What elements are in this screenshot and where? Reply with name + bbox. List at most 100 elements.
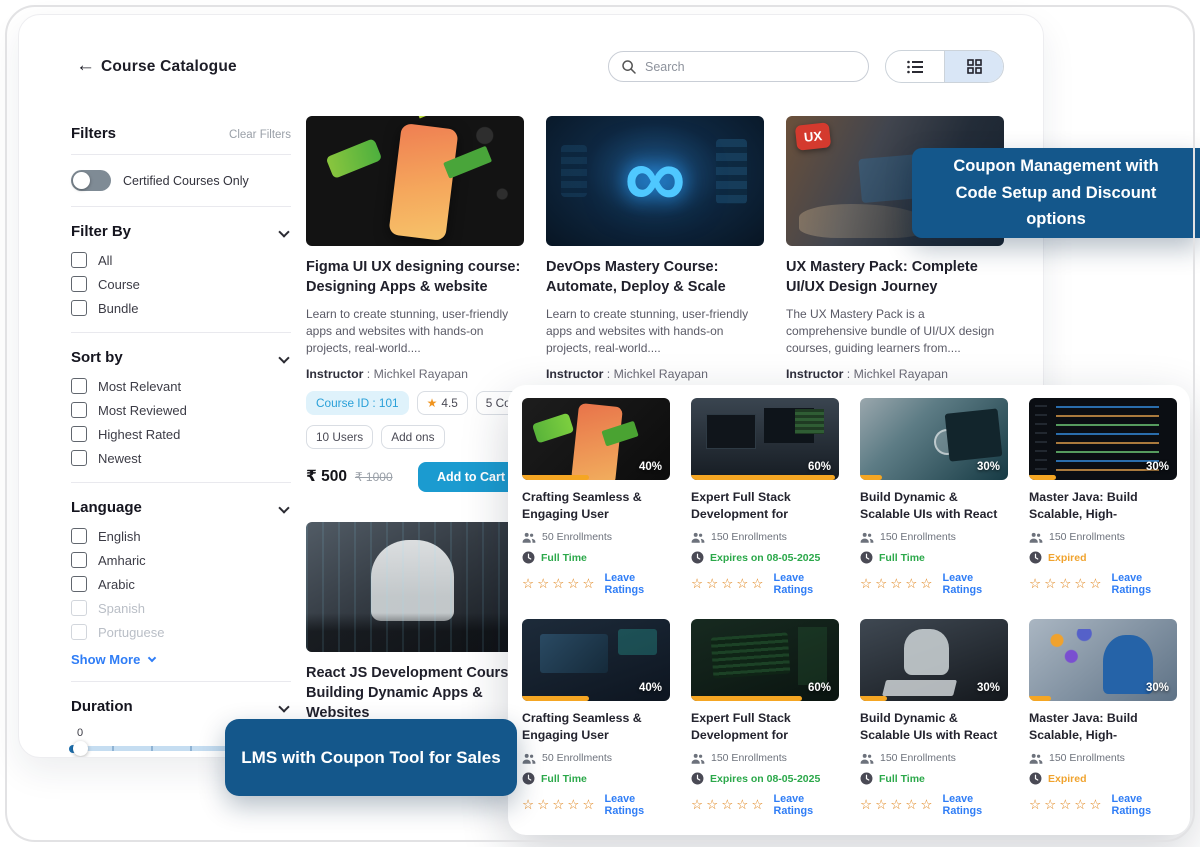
progress-bar bbox=[691, 696, 802, 701]
filter-option[interactable]: Bundle bbox=[71, 296, 291, 320]
course-description: The UX Mastery Pack is a comprehensive b… bbox=[786, 306, 1004, 358]
checkbox[interactable] bbox=[71, 378, 87, 394]
coupon-course-card[interactable]: 30% Build Dynamic & Scalable UIs with Re… bbox=[860, 398, 1008, 596]
certified-courses-toggle[interactable] bbox=[71, 170, 111, 191]
leave-ratings-link[interactable]: Leave Ratings bbox=[605, 572, 670, 596]
chevron-down-icon[interactable] bbox=[278, 701, 289, 712]
status-text: Full Time bbox=[541, 773, 587, 785]
divider bbox=[71, 154, 291, 155]
enrollments-icon bbox=[860, 753, 874, 764]
image-ux-badge: UX bbox=[795, 122, 831, 150]
addons-badge: Add ons bbox=[381, 425, 444, 449]
course-instructor: Instructor : Michkel Rayapan bbox=[786, 367, 1004, 381]
slider-handle[interactable] bbox=[73, 741, 88, 756]
lms-coupon-banner: LMS with Coupon Tool for Sales bbox=[225, 719, 517, 796]
rating-badge: ★4.5 bbox=[417, 391, 468, 415]
enrollments-row: 150 Enrollments bbox=[860, 531, 1008, 543]
leave-ratings-link[interactable]: Leave Ratings bbox=[774, 572, 839, 596]
sort-option[interactable]: Newest bbox=[71, 446, 291, 470]
language-option[interactable]: English bbox=[71, 524, 291, 548]
enrollments-icon bbox=[1029, 532, 1043, 543]
clear-filters-button[interactable]: Clear Filters bbox=[229, 129, 291, 141]
availability-status: Expires on 08-05-2025 bbox=[691, 772, 839, 785]
discount-badge: 60% bbox=[808, 461, 831, 473]
chevron-down-icon[interactable] bbox=[278, 352, 289, 363]
leave-ratings-link[interactable]: Leave Ratings bbox=[1112, 572, 1177, 596]
checkbox[interactable] bbox=[71, 450, 87, 466]
enrollments-text: 150 Enrollments bbox=[711, 752, 787, 764]
coupon-course-card[interactable]: 30% Build Dynamic & Scalable UIs with Re… bbox=[860, 619, 1008, 817]
rating-stars[interactable]: ☆☆☆☆☆ bbox=[691, 577, 767, 591]
enrollments-icon bbox=[691, 532, 705, 543]
leave-ratings-link[interactable]: Leave Ratings bbox=[943, 793, 1008, 817]
list-view-button[interactable] bbox=[886, 51, 944, 82]
course-image bbox=[306, 522, 524, 652]
leave-ratings-link[interactable]: Leave Ratings bbox=[605, 793, 670, 817]
sort-option[interactable]: Most Reviewed bbox=[71, 398, 291, 422]
checkbox[interactable] bbox=[71, 552, 87, 568]
checkbox[interactable] bbox=[71, 624, 87, 640]
chevron-down-icon[interactable] bbox=[278, 226, 289, 237]
leave-ratings-link[interactable]: Leave Ratings bbox=[774, 793, 839, 817]
language-option[interactable]: Amharic bbox=[71, 548, 291, 572]
page-title: Course Catalogue bbox=[101, 58, 237, 76]
coupon-course-card[interactable]: 30% Master Java: Build Scalable, High-Pe… bbox=[1029, 619, 1177, 817]
checkbox[interactable] bbox=[71, 600, 87, 616]
rating-stars[interactable]: ☆☆☆☆☆ bbox=[522, 798, 598, 812]
language-option[interactable]: Spanish bbox=[71, 596, 291, 620]
checkbox[interactable] bbox=[71, 276, 87, 292]
discount-badge: 40% bbox=[639, 461, 662, 473]
course-image: 30% bbox=[860, 398, 1008, 480]
checkbox[interactable] bbox=[71, 300, 87, 316]
rating-stars[interactable]: ☆☆☆☆☆ bbox=[860, 798, 936, 812]
checkbox[interactable] bbox=[71, 426, 87, 442]
rating-stars[interactable]: ☆☆☆☆☆ bbox=[1029, 577, 1105, 591]
course-instructor: Instructor : Michkel Rayapan bbox=[546, 367, 764, 381]
coupon-course-card[interactable]: 60% Expert Full Stack Development for Sc… bbox=[691, 619, 839, 817]
course-image: ∞ bbox=[546, 116, 764, 246]
show-more-button[interactable]: Show More bbox=[71, 652, 291, 667]
rating-stars[interactable]: ☆☆☆☆☆ bbox=[522, 577, 598, 591]
course-card[interactable]: Figma UI UX designing course: Designing … bbox=[306, 116, 524, 492]
discount-badge: 40% bbox=[639, 682, 662, 694]
chevron-down-icon[interactable] bbox=[278, 502, 289, 513]
search-bar[interactable] bbox=[608, 51, 869, 82]
back-arrow-icon[interactable]: ← bbox=[76, 55, 95, 77]
clock-icon bbox=[1029, 551, 1042, 564]
sort-option[interactable]: Most Relevant bbox=[71, 374, 291, 398]
coupon-course-card[interactable]: 60% Expert Full Stack Development for Sc… bbox=[691, 398, 839, 596]
checkbox-label: Most Relevant bbox=[98, 379, 181, 394]
checkbox-label: Highest Rated bbox=[98, 427, 180, 442]
coupon-course-card[interactable]: 40% Crafting Seamless & Engaging User Ex… bbox=[522, 619, 670, 817]
leave-ratings-link[interactable]: Leave Ratings bbox=[1112, 793, 1177, 817]
divider bbox=[71, 681, 291, 682]
checkbox[interactable] bbox=[71, 252, 87, 268]
checkbox-label: All bbox=[98, 253, 112, 268]
coupon-course-card[interactable]: 40% Crafting Seamless & Engaging User Ex… bbox=[522, 398, 670, 596]
leave-ratings-link[interactable]: Leave Ratings bbox=[943, 572, 1008, 596]
enrollments-text: 50 Enrollments bbox=[542, 752, 612, 764]
filter-option[interactable]: All bbox=[71, 248, 291, 272]
course-title: Crafting Seamless & Engaging User Experi… bbox=[522, 710, 670, 744]
enrollments-row: 150 Enrollments bbox=[860, 752, 1008, 764]
checkbox[interactable] bbox=[71, 528, 87, 544]
checkbox[interactable] bbox=[71, 576, 87, 592]
rating-stars[interactable]: ☆☆☆☆☆ bbox=[860, 577, 936, 591]
clock-icon bbox=[522, 772, 535, 785]
grid-view-button[interactable] bbox=[945, 51, 1003, 82]
checkbox-label: English bbox=[98, 529, 141, 544]
rating-stars[interactable]: ☆☆☆☆☆ bbox=[1029, 798, 1105, 812]
course-title: Master Java: Build Scalable, High-Perfor… bbox=[1029, 710, 1177, 744]
search-input[interactable] bbox=[608, 51, 869, 82]
clock-icon bbox=[860, 551, 873, 564]
coupon-course-card[interactable]: 30% Master Java: Build Scalable, High-Pe… bbox=[1029, 398, 1177, 596]
sort-option[interactable]: Highest Rated bbox=[71, 422, 291, 446]
rating-stars[interactable]: ☆☆☆☆☆ bbox=[691, 798, 767, 812]
checkbox[interactable] bbox=[71, 402, 87, 418]
status-text: Expired bbox=[1048, 773, 1087, 785]
language-option[interactable]: Arabic bbox=[71, 572, 291, 596]
course-title: Master Java: Build Scalable, High-Perfor… bbox=[1029, 489, 1177, 523]
filter-option[interactable]: Course bbox=[71, 272, 291, 296]
enrollments-row: 150 Enrollments bbox=[1029, 531, 1177, 543]
language-option[interactable]: Portuguese bbox=[71, 620, 291, 644]
